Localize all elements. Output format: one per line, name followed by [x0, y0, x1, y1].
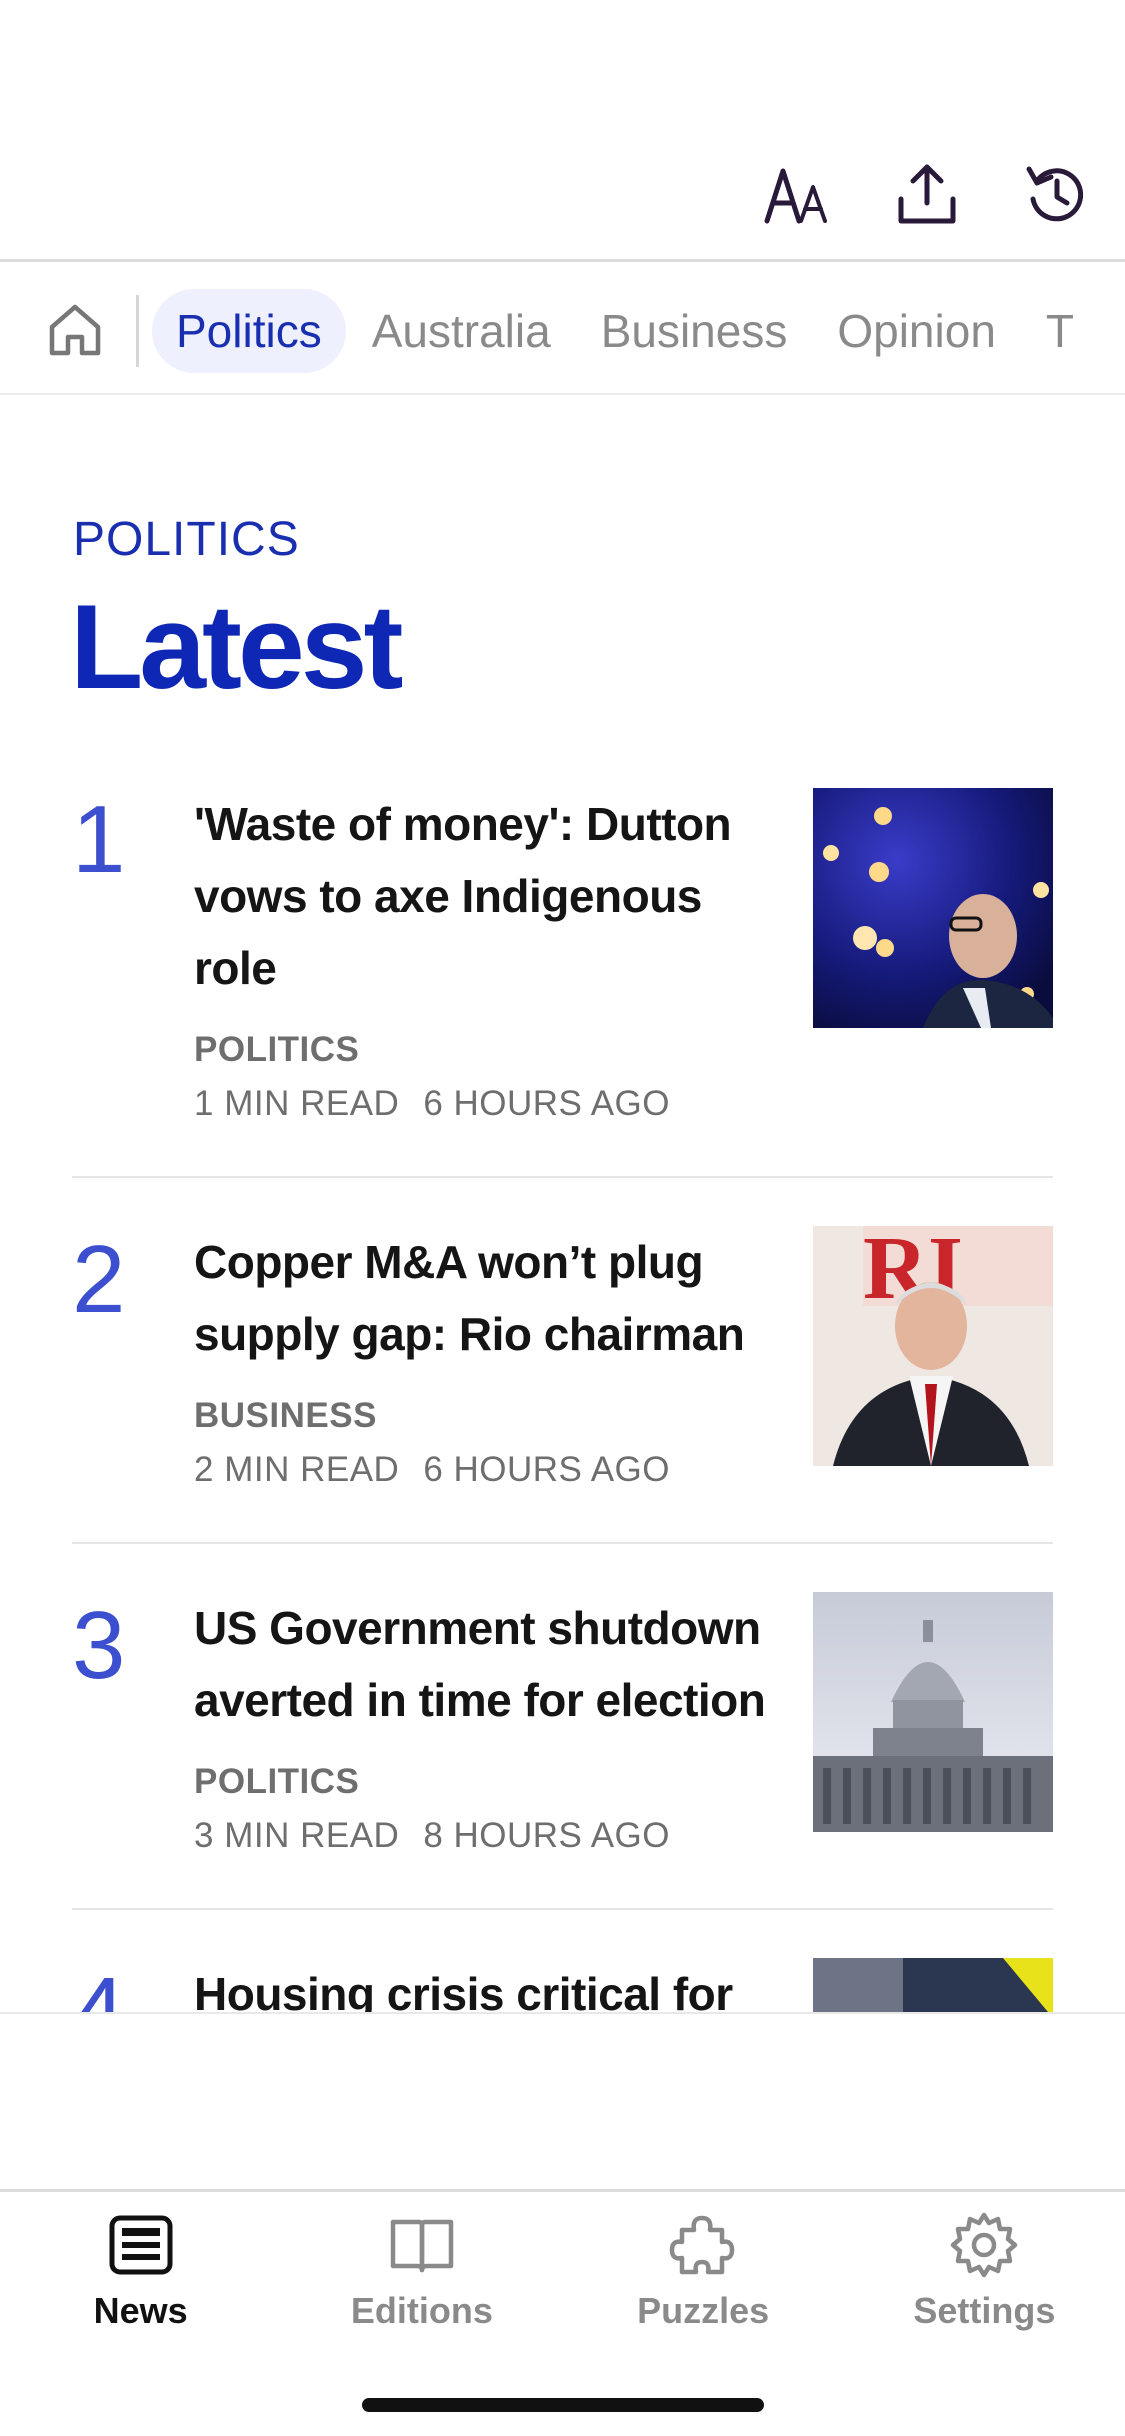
- chairman-photo: RI: [813, 1226, 1053, 1466]
- page-title: Latest: [70, 580, 403, 714]
- newspaper-icon: [109, 2215, 173, 2275]
- tab-business[interactable]: Business: [577, 289, 812, 373]
- tab-truncated[interactable]: T: [1022, 289, 1098, 373]
- article-item[interactable]: 3 US Government shutdown averted in time…: [72, 1592, 1053, 1910]
- tab-puzzles[interactable]: Puzzles: [563, 2192, 844, 2339]
- published-age: 8 HOURS AGO: [423, 1816, 670, 1855]
- article-headline[interactable]: Housing crisis critical for: [194, 1958, 794, 2018]
- tab-editions-label: Editions: [350, 2290, 493, 2331]
- tab-editions[interactable]: Editions: [281, 2192, 562, 2339]
- read-time: 3 MIN READ: [194, 1816, 400, 1855]
- article-meta: 1 MIN READ 6 HOURS AGO: [194, 1084, 670, 1124]
- article-item[interactable]: 4 Housing crisis critical for: [72, 1958, 1053, 2018]
- nav-divider: [136, 295, 139, 367]
- article-meta: 3 MIN READ 8 HOURS AGO: [194, 1816, 670, 1856]
- article-rank: 4: [72, 1958, 126, 2019]
- article-item[interactable]: 1 'Waste of money': Dutton vows to axe I…: [72, 788, 1053, 1178]
- article-item[interactable]: 2 Copper M&A won’t plug supply gap: Rio …: [72, 1226, 1053, 1544]
- tab-settings-label: Settings: [913, 2290, 1056, 2331]
- read-time: 1 MIN READ: [194, 1084, 400, 1123]
- article-headline[interactable]: 'Waste of money': Dutton vows to axe Ind…: [194, 788, 794, 1004]
- refresh-button[interactable]: [1012, 150, 1102, 240]
- share-icon: [898, 164, 956, 224]
- read-time: 2 MIN READ: [194, 1450, 400, 1489]
- published-age: 6 HOURS AGO: [423, 1450, 670, 1489]
- text-size-button[interactable]: [752, 150, 842, 240]
- article-thumbnail[interactable]: [813, 1958, 1053, 2018]
- speaker-photo: [813, 788, 1053, 1028]
- article-headline[interactable]: US Government shutdown averted in time f…: [194, 1592, 794, 1736]
- gear-icon: [951, 2212, 1018, 2278]
- text-size-icon: [764, 168, 827, 224]
- category-nav: Politics Australia Business Opinion T: [0, 265, 1125, 395]
- refresh-icon: [1026, 166, 1084, 222]
- article-category: BUSINESS: [194, 1396, 377, 1435]
- share-button[interactable]: [882, 150, 972, 240]
- housing-photo: [813, 1958, 1053, 2018]
- home-indicator[interactable]: [362, 2398, 764, 2412]
- puzzle-icon: [669, 2215, 735, 2275]
- published-age: 6 HOURS AGO: [423, 1084, 670, 1123]
- article-headline[interactable]: Copper M&A won’t plug supply gap: Rio ch…: [194, 1226, 794, 1370]
- tab-australia[interactable]: Australia: [348, 289, 575, 373]
- tab-news-label: News: [93, 2290, 188, 2331]
- top-toolbar: [0, 0, 1125, 262]
- home-button[interactable]: [40, 295, 110, 365]
- article-thumbnail[interactable]: RI: [813, 1226, 1053, 1466]
- article-meta: 2 MIN READ 6 HOURS AGO: [194, 1450, 670, 1490]
- bottom-tab-bar: News Editions Puzzles Settings: [0, 2189, 1125, 2339]
- book-icon: [390, 2219, 454, 2273]
- home-icon: [49, 304, 101, 356]
- capitol-photo: [813, 1592, 1053, 1832]
- tab-settings[interactable]: Settings: [844, 2192, 1125, 2339]
- tab-puzzles-label: Puzzles: [637, 2290, 770, 2331]
- tab-news[interactable]: News: [0, 2192, 281, 2339]
- article-category: POLITICS: [194, 1762, 360, 1801]
- article-category: POLITICS: [194, 1030, 360, 1069]
- article-rank: 2: [72, 1226, 126, 1333]
- article-rank: 1: [72, 786, 126, 893]
- section-kicker: POLITICS: [73, 513, 300, 566]
- article-thumbnail[interactable]: [813, 1592, 1053, 1832]
- category-tabs: Politics Australia Business Opinion T: [152, 289, 1100, 373]
- article-rank: 3: [72, 1592, 126, 1699]
- article-thumbnail[interactable]: [813, 788, 1053, 1028]
- tab-politics[interactable]: Politics: [152, 289, 346, 373]
- tab-opinion[interactable]: Opinion: [813, 289, 1020, 373]
